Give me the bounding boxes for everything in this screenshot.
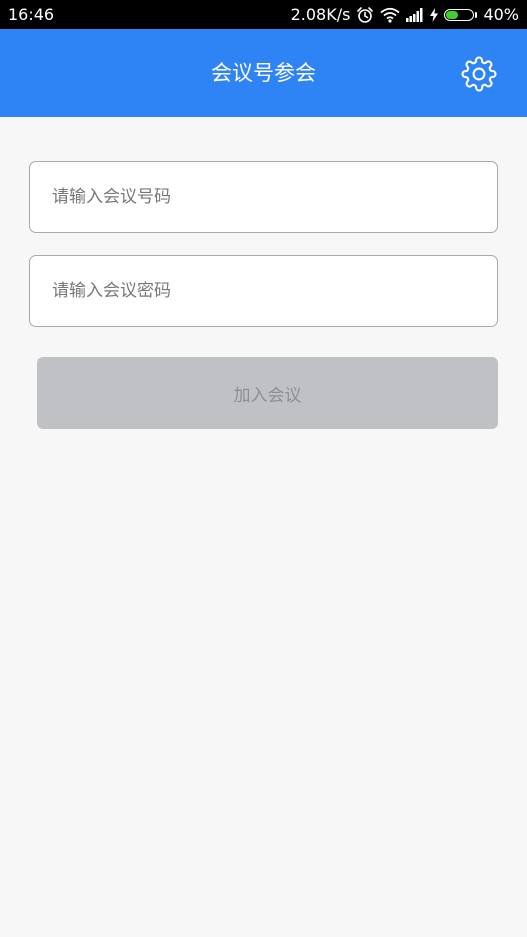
page-title: 会议号参会 (211, 61, 316, 85)
alarm-icon (356, 6, 374, 24)
battery-percent: 40% (483, 5, 519, 24)
status-indicators: 2.08K/s 40% (291, 5, 519, 24)
status-time: 16:46 (8, 5, 55, 24)
meeting-password-input[interactable] (29, 255, 498, 327)
charging-icon (430, 7, 439, 22)
status-bar: 16:46 2.08K/s 40% (0, 0, 527, 29)
gear-icon (461, 56, 497, 92)
battery-tip (475, 11, 478, 18)
join-meeting-button[interactable]: 加入会议 (37, 357, 498, 429)
battery-level-fill (446, 10, 458, 19)
settings-button[interactable] (461, 56, 497, 92)
network-speed: 2.08K/s (290, 5, 351, 24)
signal-icon (406, 7, 424, 22)
battery-body (444, 8, 475, 21)
app-bar: 会议号参会 (0, 29, 527, 117)
battery-icon (444, 8, 478, 21)
meeting-number-input[interactable] (29, 161, 498, 233)
wifi-icon (380, 7, 401, 23)
